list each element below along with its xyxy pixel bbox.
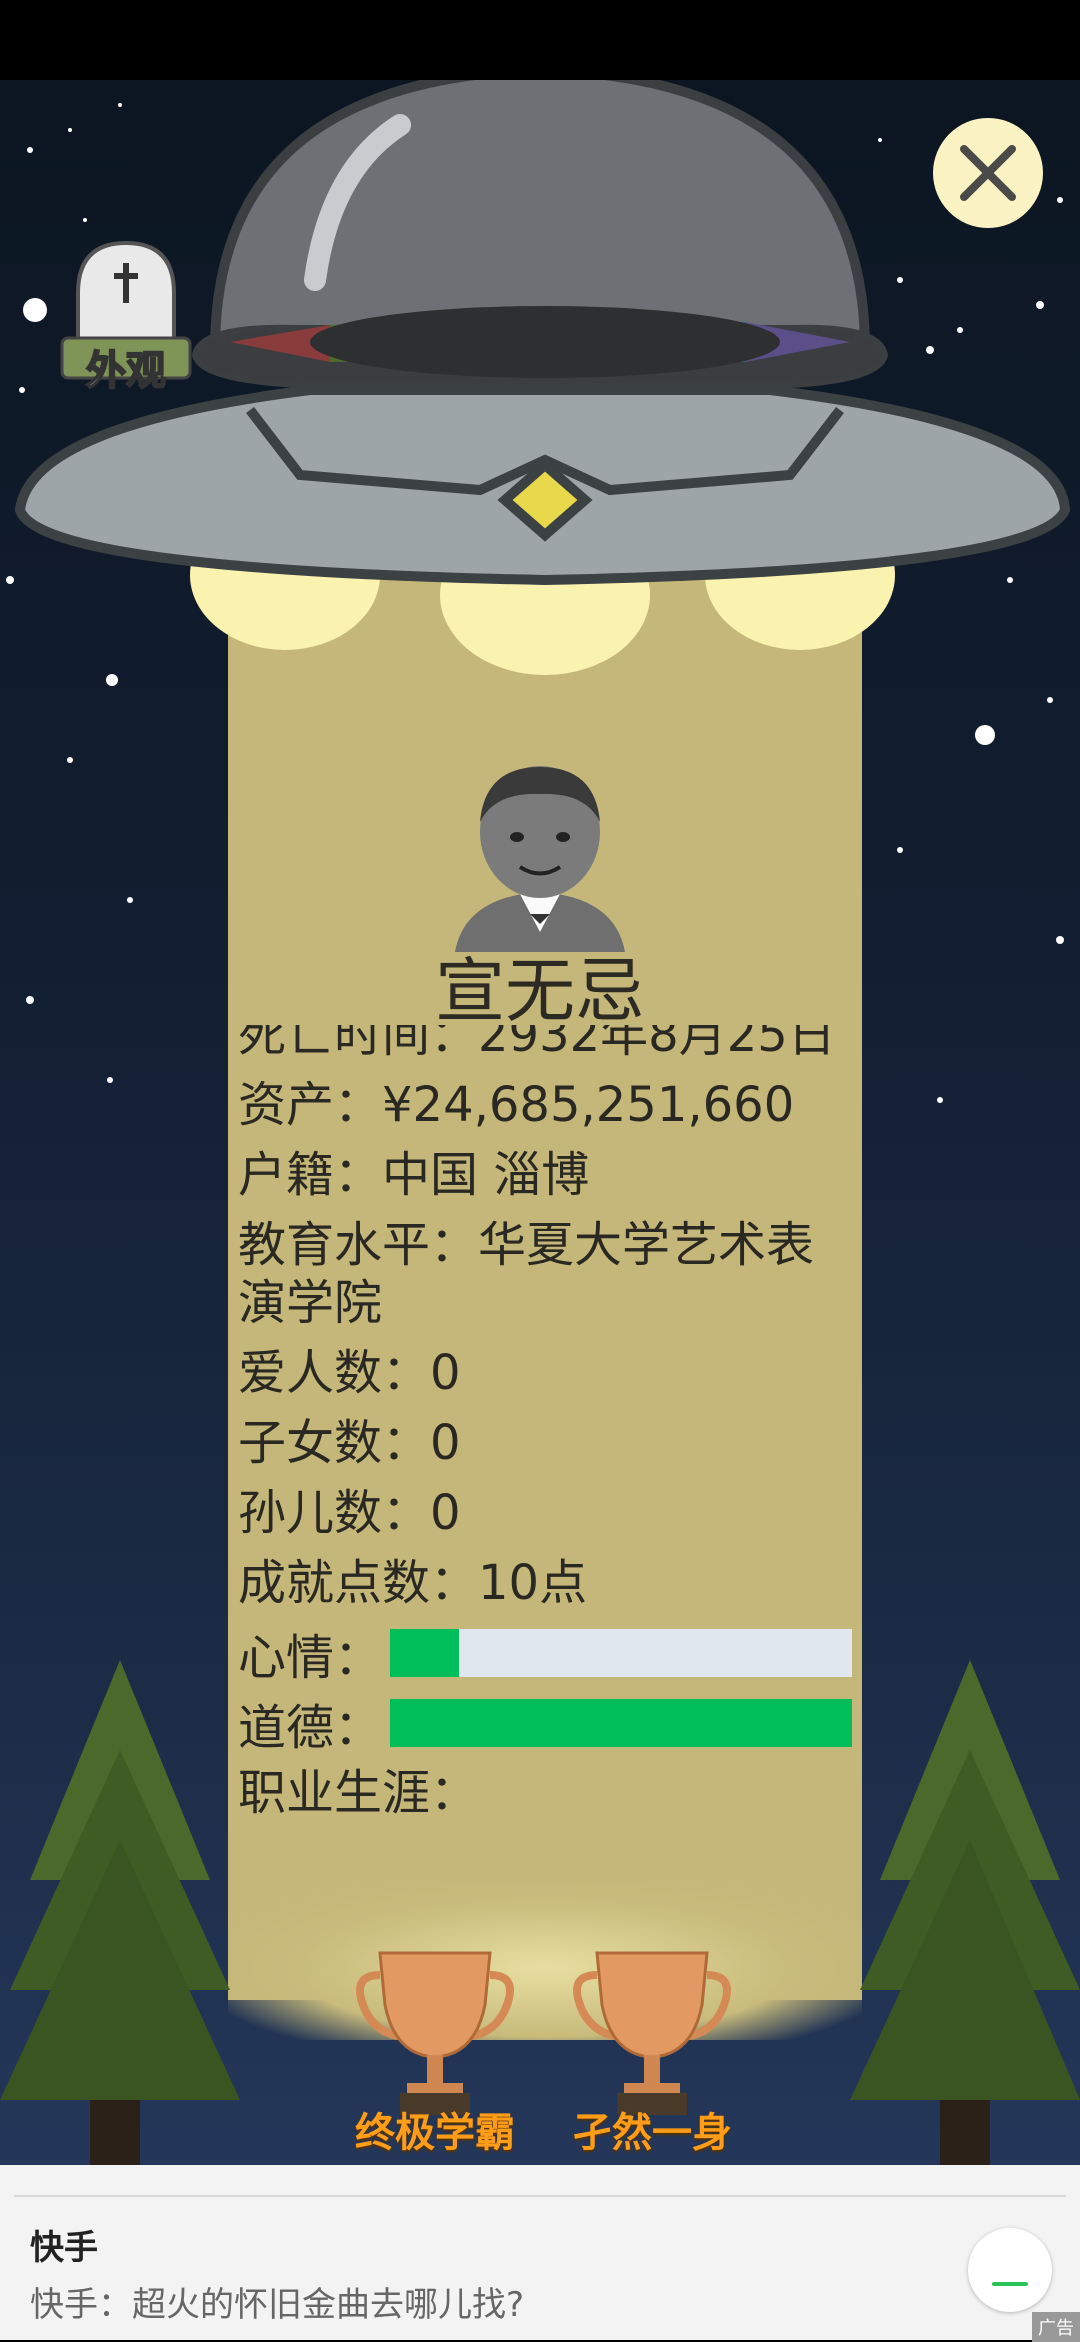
divider [14, 2195, 1066, 2197]
ad-banner[interactable]: 快手 快手：超火的怀旧金曲去哪儿找? 广告 [0, 2165, 1080, 2342]
children-count: 子女数：0 [238, 1415, 461, 1471]
education: 教育水平：华夏大学艺术表演学院 [238, 1217, 815, 1331]
ad-description: 快手：超火的怀旧金曲去哪儿找? [30, 2285, 525, 2325]
trophy-icon [356, 1951, 514, 2115]
trophy-icon [573, 1951, 731, 2115]
mood-bar-fill [390, 1629, 460, 1677]
appearance-label: 外观 [85, 347, 167, 395]
pine-tree-left [0, 1660, 240, 2165]
appearance-button[interactable]: 外观 [60, 238, 192, 395]
light-beam-base [228, 1880, 862, 2040]
achievement-points: 成就点数：10点 [238, 1555, 588, 1611]
morality-bar [390, 1699, 852, 1747]
morality-label: 道德： [238, 1700, 383, 1756]
mood-row: 心情： [238, 1618, 858, 1688]
morality-row: 道德： [238, 1688, 858, 1758]
character-name: 宣无忌 [435, 950, 645, 1032]
elderly-man-avatar [455, 766, 625, 952]
ad-action-button[interactable] [968, 2228, 1052, 2312]
close-button[interactable] [933, 118, 1043, 228]
ufo-illustration [14, 80, 1071, 675]
life-summary-scroll[interactable]: 死亡时间：2932年8月25日 资产：¥24,685,251,660 户籍：中国… [238, 1025, 858, 1825]
status-bar [0, 0, 1080, 80]
achievement-label: 终极学霸 [355, 2110, 515, 2156]
mood-bar [390, 1629, 852, 1677]
ad-tag: 广告 [1032, 2312, 1080, 2342]
grandchildren-count: 孙儿数：0 [238, 1485, 461, 1541]
lovers-count: 爱人数：0 [238, 1345, 461, 1401]
assets: 资产：¥24,685,251,660 [238, 1077, 795, 1133]
close-icon [960, 145, 1016, 201]
career: 职业生涯： [238, 1765, 479, 1821]
mood-label: 心情： [238, 1630, 383, 1686]
ad-title: 快手 [30, 2228, 98, 2268]
pine-tree-right [850, 1660, 1080, 2165]
minus-icon [992, 2282, 1028, 2286]
morality-bar-fill [390, 1699, 852, 1747]
hometown: 户籍：中国 淄博 [238, 1147, 590, 1203]
achievement-label: 孑然一身 [572, 2110, 732, 2156]
death-time: 死亡时间：2932年8月25日 [238, 1025, 836, 1063]
